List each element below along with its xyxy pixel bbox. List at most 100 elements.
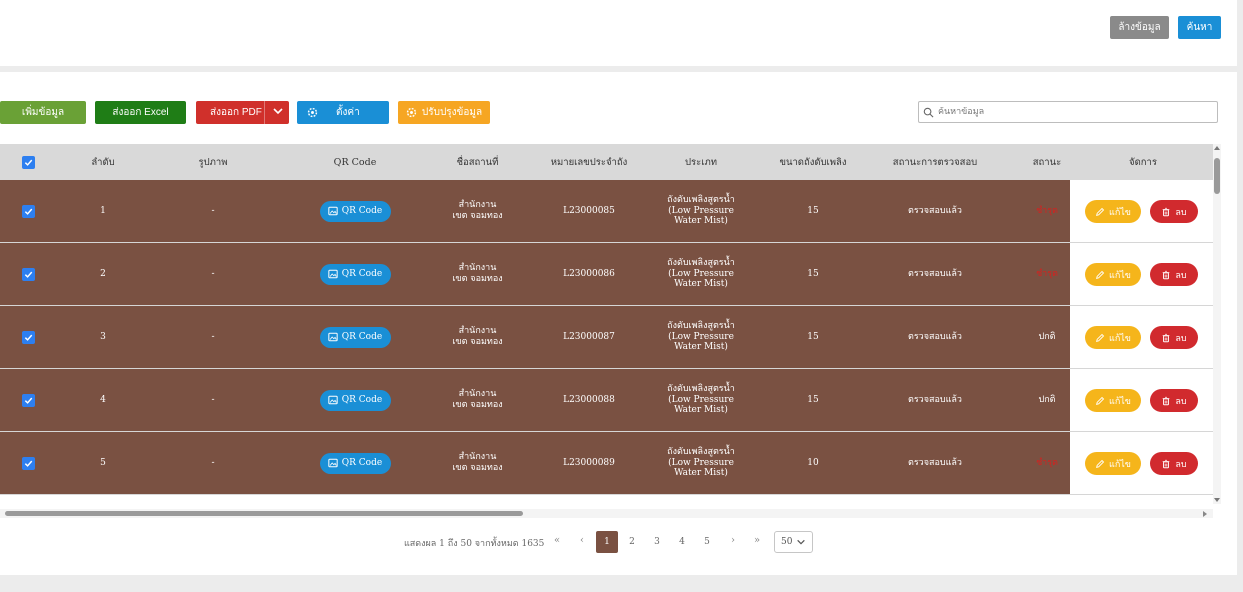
cell-qr: QR Code: [310, 369, 400, 431]
image-icon: [328, 206, 338, 216]
cell-no: 2: [100, 268, 106, 279]
prev-page-button[interactable]: ‹: [575, 535, 589, 546]
cell-serial: L23000087: [563, 331, 615, 342]
export-pdf-button[interactable]: ส่งออก PDF: [196, 101, 289, 124]
cell-place: สำนักงานเขต จอมทอง: [452, 326, 503, 347]
table-search-input[interactable]: [938, 107, 1208, 117]
page-button-1[interactable]: 1: [596, 531, 618, 553]
checkmark-icon: [24, 271, 32, 278]
page-button-3[interactable]: 3: [646, 531, 668, 553]
row-select-cell: [20, 306, 36, 368]
cell-image: -: [211, 205, 215, 216]
table-row[interactable]: 5 - QR Code สำนักงานเขต จอมทอง L23000089 ถังด…: [0, 432, 1213, 495]
page-button-4[interactable]: 4: [671, 531, 693, 553]
column-header-no[interactable]: ลำดับ: [70, 144, 136, 180]
row-checkbox[interactable]: [21, 456, 35, 470]
table-row[interactable]: 3 - QR Code สำนักงานเขต จอมทอง L23000087 ถังด…: [0, 306, 1213, 369]
column-header-place[interactable]: ชื่อสถานที่: [430, 144, 525, 180]
horizontal-scroll-thumb[interactable]: [5, 511, 523, 516]
column-header-inspection[interactable]: สถานะการตรวจสอบ: [880, 144, 990, 180]
qr-code-button[interactable]: QR Code: [319, 263, 391, 285]
update-data-button[interactable]: ปรับปรุงข้อมูล: [398, 101, 490, 124]
horizontal-scrollbar[interactable]: [0, 509, 1213, 518]
page-button-2[interactable]: 2: [621, 531, 643, 553]
settings-button[interactable]: ตั้งค่า: [297, 101, 389, 124]
cell-qr: QR Code: [310, 432, 400, 494]
vertical-scroll-track[interactable]: [1213, 144, 1221, 504]
row-select-cell: [20, 243, 36, 305]
row-checkbox[interactable]: [21, 267, 35, 281]
edit-button[interactable]: แก้ไข: [1085, 326, 1141, 349]
delete-button[interactable]: ลบ: [1150, 326, 1198, 349]
cell-serial: L23000086: [563, 268, 615, 279]
image-icon: [328, 332, 338, 342]
delete-button[interactable]: ลบ: [1150, 389, 1198, 412]
column-header-actions: จัดการ: [1129, 156, 1157, 168]
qr-code-button[interactable]: QR Code: [319, 452, 391, 474]
delete-button[interactable]: ลบ: [1150, 452, 1198, 475]
table-row[interactable]: 2 - QR Code สำนักงานเขต จอมทอง L23000086 ถังด…: [0, 243, 1213, 306]
scroll-right-arrow-icon[interactable]: [1202, 511, 1208, 517]
image-icon: [328, 395, 338, 405]
pencil-icon: [1096, 270, 1105, 279]
cell-status: ชำรุด: [1036, 205, 1058, 216]
checkmark-icon: [24, 208, 32, 215]
page-button-5[interactable]: 5: [696, 531, 718, 553]
cell-size: 15: [807, 394, 819, 405]
delete-label: ลบ: [1175, 270, 1187, 281]
chevron-down-icon[interactable]: [272, 105, 284, 117]
table-row[interactable]: 1 - QR Code สำนักงานเขต จอมทอง L23000085 ถังด…: [0, 180, 1213, 243]
cell-status: ชำรุด: [1036, 457, 1058, 468]
qr-code-button[interactable]: QR Code: [319, 389, 391, 411]
delete-label: ลบ: [1175, 207, 1187, 218]
cell-inspection: ตรวจสอบแล้ว: [908, 268, 962, 279]
edit-button[interactable]: แก้ไข: [1085, 263, 1141, 286]
qr-code-button[interactable]: QR Code: [319, 200, 391, 222]
edit-button[interactable]: แก้ไข: [1085, 389, 1141, 412]
cell-place: สำนักงานเขต จอมทอง: [452, 200, 503, 221]
page-size-select[interactable]: 50: [774, 531, 813, 553]
select-all-checkbox[interactable]: [21, 155, 35, 169]
delete-button[interactable]: ลบ: [1150, 263, 1198, 286]
column-header-qr[interactable]: QR Code: [310, 144, 400, 180]
column-header-serial[interactable]: หมายเลขประจำถัง: [540, 144, 638, 180]
cell-type: ถังดับเพลิงสูตรน้ำ (Low Pressure Water M…: [667, 194, 735, 227]
first-page-button[interactable]: «: [550, 535, 564, 546]
column-header-status[interactable]: สถานะ: [1020, 144, 1074, 180]
scroll-up-arrow-icon[interactable]: [1214, 145, 1220, 151]
delete-button[interactable]: ลบ: [1150, 200, 1198, 223]
cell-qr: QR Code: [310, 306, 400, 368]
column-header-image[interactable]: รูปภาพ: [170, 144, 256, 180]
clear-filter-button[interactable]: ล้างข้อมูล: [1110, 16, 1169, 39]
select-all-cell: [20, 144, 36, 180]
add-data-button[interactable]: เพิ่มข้อมูล: [0, 101, 86, 124]
edit-button[interactable]: แก้ไข: [1085, 200, 1141, 223]
table-header: ลำดับ รูปภาพ QR Code ชื่อสถานที่ หมายเลข…: [0, 144, 1213, 180]
table-search: [918, 101, 1218, 123]
row-checkbox[interactable]: [21, 330, 35, 344]
delete-label: ลบ: [1175, 396, 1187, 407]
search-button[interactable]: ค้นหา: [1178, 16, 1221, 39]
cell-image: -: [211, 331, 215, 342]
last-page-button[interactable]: »: [750, 535, 764, 546]
chevron-down-icon: [797, 539, 806, 545]
cell-size: 15: [807, 268, 819, 279]
vertical-scrollbar[interactable]: [1213, 144, 1221, 504]
scroll-down-arrow-icon[interactable]: [1214, 497, 1220, 503]
table-row[interactable]: 4 - QR Code สำนักงานเขต จอมทอง L23000088 ถังด…: [0, 369, 1213, 432]
next-page-button[interactable]: ›: [726, 535, 740, 546]
column-header-size[interactable]: ขนาดถังดับเพลิง: [766, 144, 860, 180]
qr-code-label: QR Code: [341, 332, 383, 342]
row-checkbox[interactable]: [21, 204, 35, 218]
cell-type: ถังดับเพลิงสูตรน้ำ (Low Pressure Water M…: [667, 257, 735, 290]
delete-label: ลบ: [1175, 459, 1187, 470]
cell-serial: L23000089: [563, 457, 615, 468]
vertical-scroll-thumb[interactable]: [1214, 158, 1220, 194]
column-header-type[interactable]: ประเภท: [650, 144, 752, 180]
edit-button[interactable]: แก้ไข: [1085, 452, 1141, 475]
export-excel-button[interactable]: ส่งออก Excel: [95, 101, 186, 124]
qr-code-button[interactable]: QR Code: [319, 326, 391, 348]
row-checkbox[interactable]: [21, 393, 35, 407]
cell-size: 15: [807, 331, 819, 342]
row-select-cell: [20, 432, 36, 494]
